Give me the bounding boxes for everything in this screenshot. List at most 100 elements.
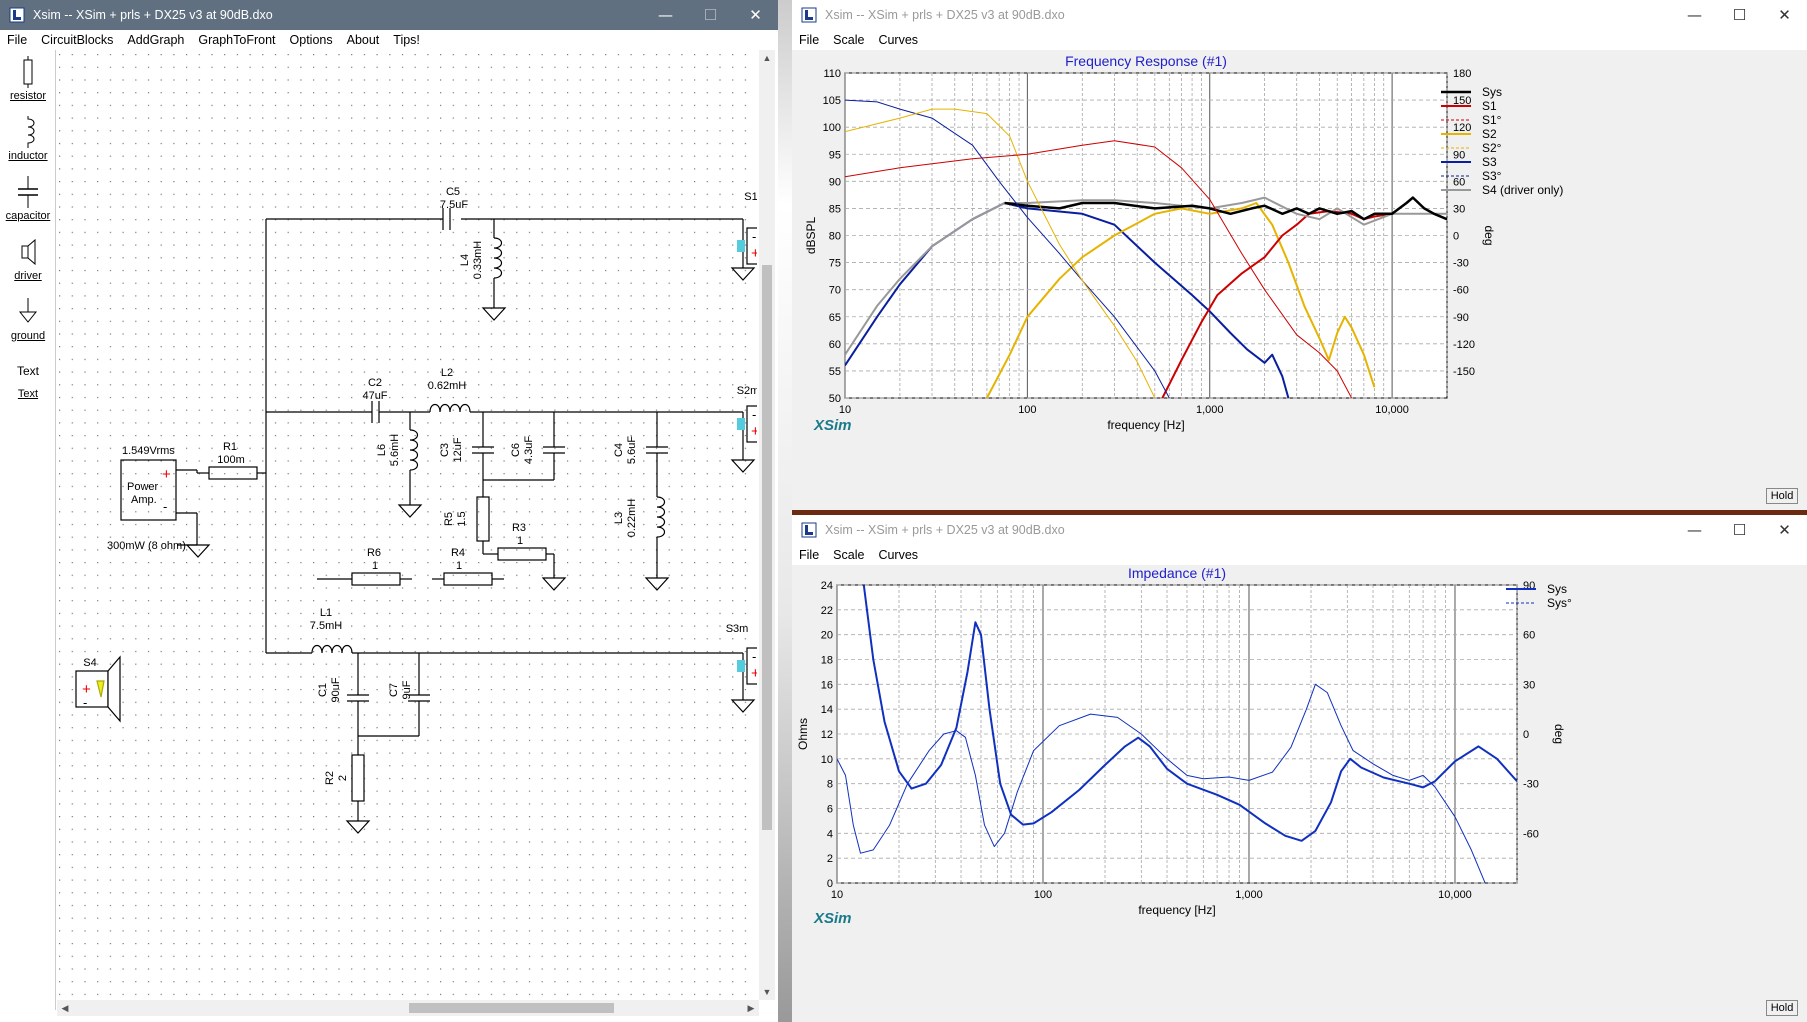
- menu-addgraph[interactable]: AddGraph: [120, 33, 191, 47]
- schematic-canvas[interactable]: - + - + - + + - + - C5 7.5uF L4 0.33mH S…: [57, 50, 757, 1000]
- l6-name: L6: [376, 444, 388, 456]
- minimize-button[interactable]: —: [1672, 515, 1717, 545]
- y-tick-label: 20: [821, 630, 833, 642]
- x-tick-label: 1,000: [1235, 889, 1263, 901]
- tool-driver[interactable]: driver: [0, 236, 56, 282]
- menu-curves[interactable]: Curves: [871, 33, 925, 47]
- imp-titlebar[interactable]: Xsim -- XSim + prls + DX25 v3 at 90dB.dx…: [792, 515, 1807, 545]
- maximize-button[interactable]: ☐: [1717, 0, 1762, 30]
- amp-label-amp: Amp.: [131, 494, 157, 506]
- close-button[interactable]: ✕: [1762, 515, 1807, 545]
- fr-titlebar[interactable]: Xsim -- XSim + prls + DX25 v3 at 90dB.dx…: [792, 0, 1807, 30]
- frequency-response-window: Xsim -- XSim + prls + DX25 v3 at 90dB.dx…: [792, 0, 1807, 510]
- frequency-response-chart[interactable]: 50556065707580859095100105110-150-120-90…: [792, 50, 1807, 510]
- y2-tick-label: 180: [1453, 68, 1471, 80]
- y-tick-label: 4: [827, 828, 833, 840]
- r6-name: R6: [367, 547, 381, 559]
- y-tick-label: 65: [829, 312, 841, 324]
- y2-tick-label: 60: [1453, 176, 1465, 188]
- driver-icon: [21, 238, 36, 266]
- legend-label: S4 (driver only): [1482, 183, 1563, 197]
- l3-name: L3: [613, 512, 625, 524]
- close-button[interactable]: ✕: [733, 0, 778, 30]
- tool-inductor[interactable]: inductor: [0, 116, 56, 162]
- menu-graphtofront[interactable]: GraphToFront: [191, 33, 282, 47]
- x-tick-label: 100: [1018, 404, 1036, 416]
- l2-value: 0.62mH: [428, 380, 467, 392]
- legend-label: S1: [1482, 99, 1497, 113]
- legend-label: S3: [1482, 155, 1497, 169]
- y-tick-label: 100: [823, 122, 841, 134]
- legend-label: Sys°: [1547, 596, 1572, 610]
- menu-file[interactable]: File: [0, 33, 34, 47]
- menu-file[interactable]: File: [792, 548, 826, 562]
- tool-text[interactable]: Text Text: [0, 364, 56, 400]
- text-sample: Text: [16, 364, 39, 378]
- close-button[interactable]: ✕: [1762, 0, 1807, 30]
- tool-label: ground: [10, 330, 46, 342]
- scroll-thumb[interactable]: [762, 265, 772, 830]
- maximize-button[interactable]: ☐: [1717, 515, 1762, 545]
- scroll-up-arrow[interactable]: ▲: [759, 50, 775, 66]
- y2-axis-label: deg: [1552, 724, 1566, 744]
- y-tick-label: 95: [829, 149, 841, 161]
- y-tick-label: 85: [829, 203, 841, 215]
- y2-tick-label: 0: [1453, 231, 1459, 243]
- y2-tick-label: 90: [1523, 580, 1535, 592]
- y-axis-label: Ohms: [796, 718, 810, 750]
- chart-title: Frequency Response (#1): [1065, 53, 1227, 69]
- minimize-button[interactable]: —: [643, 0, 688, 30]
- r4-name: R4: [451, 547, 465, 559]
- menu-file[interactable]: File: [792, 33, 826, 47]
- minimize-button[interactable]: —: [1672, 0, 1717, 30]
- menu-options[interactable]: Options: [283, 33, 340, 47]
- scroll-left-arrow[interactable]: ◀: [57, 1000, 73, 1016]
- y2-tick-label: -150: [1453, 366, 1475, 378]
- y2-tick-label: -60: [1453, 285, 1469, 297]
- menu-circuitblocks[interactable]: CircuitBlocks: [34, 33, 120, 47]
- y2-axis-label: deg: [1482, 225, 1496, 245]
- tool-capacitor[interactable]: capacitor: [0, 176, 56, 222]
- scroll-down-arrow[interactable]: ▼: [759, 984, 775, 1000]
- l3-value: 0.22mH: [626, 499, 638, 538]
- y-tick-label: 24: [821, 580, 833, 592]
- inductor-icon: [27, 116, 35, 148]
- legend-label: S2°: [1482, 141, 1502, 155]
- resistor-icon: [23, 56, 33, 88]
- y-tick-label: 80: [829, 231, 841, 243]
- scroll-right-arrow[interactable]: ▶: [743, 1000, 759, 1016]
- hold-button[interactable]: Hold: [1766, 488, 1798, 504]
- menu-tips[interactable]: Tips!: [386, 33, 427, 47]
- x-tick-label: 10: [839, 404, 851, 416]
- menu-about[interactable]: About: [340, 33, 387, 47]
- ground-icon: [18, 298, 38, 323]
- s2m-label: S2m: [737, 385, 757, 397]
- chart-title: Impedance (#1): [1128, 565, 1226, 581]
- menu-scale[interactable]: Scale: [826, 33, 871, 47]
- horizontal-scrollbar[interactable]: ◀ ▶: [57, 1000, 759, 1016]
- impedance-chart[interactable]: 024681012141618202224-60-30030609010 100 1…: [792, 565, 1807, 1022]
- tool-resistor[interactable]: resistor: [0, 56, 56, 102]
- c5-value: 7.5uF: [440, 199, 468, 211]
- impedance-window: Xsim -- XSim + prls + DX25 v3 at 90dB.dx…: [792, 515, 1807, 1022]
- y-tick-label: 55: [829, 366, 841, 378]
- menu-scale[interactable]: Scale: [826, 548, 871, 562]
- vertical-scrollbar[interactable]: ▲ ▼: [759, 50, 775, 1000]
- schematic-titlebar[interactable]: Xsim -- XSim + prls + DX25 v3 at 90dB.dx…: [0, 0, 778, 30]
- menu-curves[interactable]: Curves: [871, 548, 925, 562]
- maximize-button[interactable]: ☐: [688, 0, 733, 30]
- y2-tick-label: 120: [1453, 122, 1471, 134]
- y2-tick-label: -30: [1523, 779, 1539, 791]
- hold-button[interactable]: Hold: [1766, 1000, 1798, 1016]
- x-tick-label: 1,000: [1196, 404, 1224, 416]
- y2-tick-label: -60: [1523, 828, 1539, 840]
- svg-text:+: +: [751, 423, 757, 440]
- xsim-app-icon: [9, 7, 25, 23]
- y2-tick-label: -30: [1453, 258, 1469, 270]
- y-tick-label: 22: [821, 605, 833, 617]
- xsim-brand: XSim: [813, 910, 852, 927]
- r1-name: R1: [223, 441, 237, 453]
- scroll-thumb[interactable]: [409, 1003, 614, 1013]
- xsim-brand: XSim: [813, 417, 852, 434]
- tool-ground[interactable]: ground: [0, 296, 56, 342]
